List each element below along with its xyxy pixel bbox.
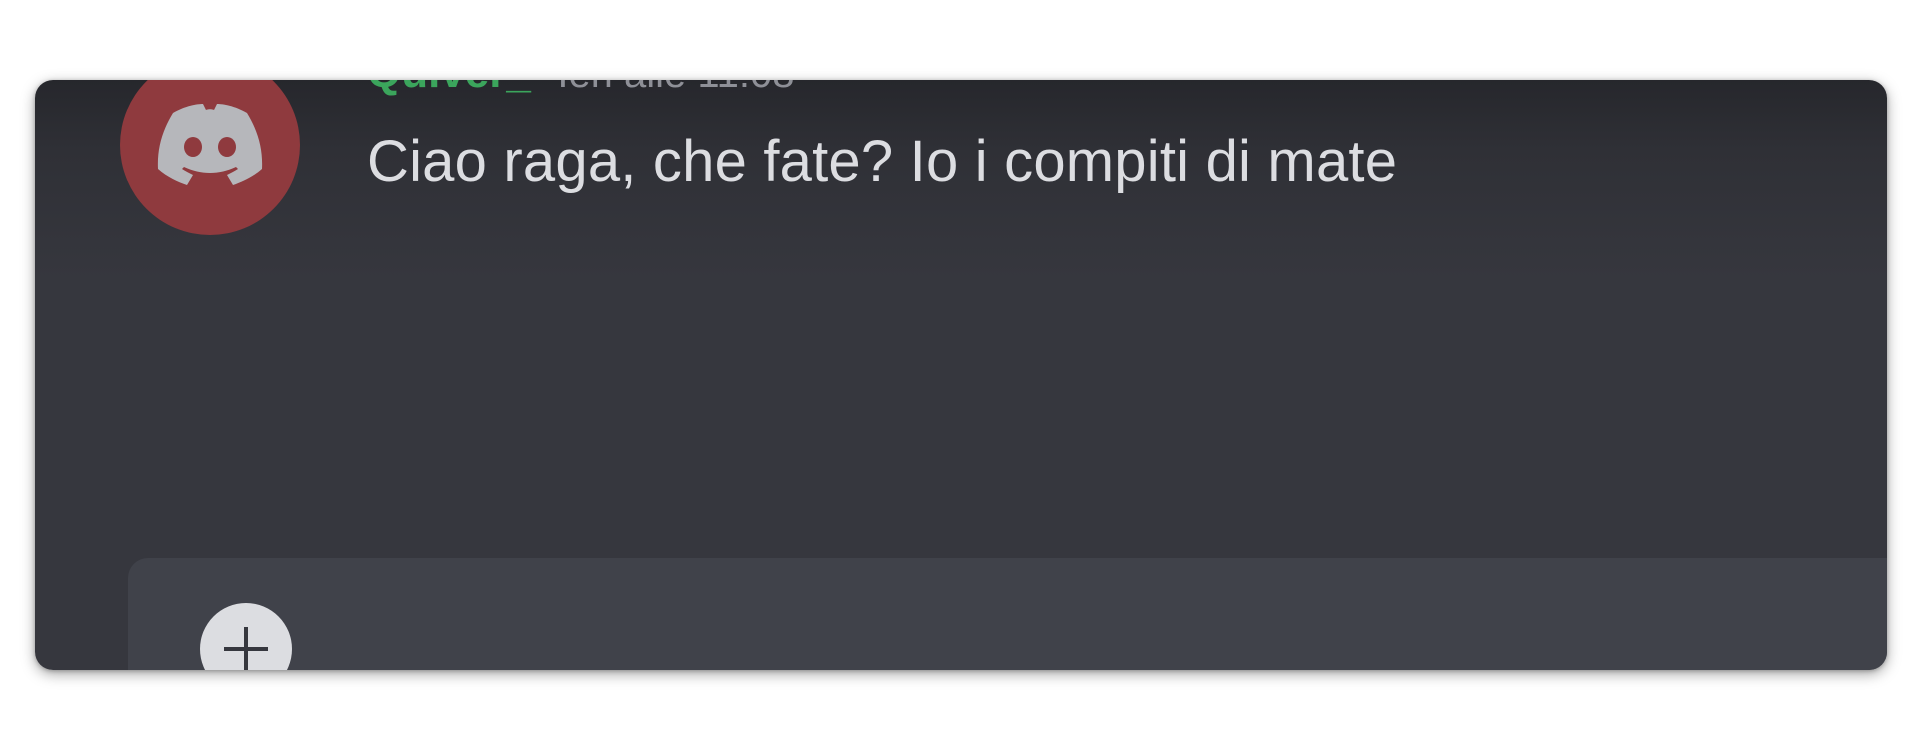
chat-screen: Quiver_ Ieri alle 11:08 Ciao raga, che f… <box>35 80 1887 670</box>
username[interactable]: Quiver_ <box>367 80 531 97</box>
timestamp: Ieri alle 11:08 <box>557 80 794 96</box>
add-attachment-button[interactable] <box>200 603 292 670</box>
message-composer[interactable] <box>128 558 1887 670</box>
message-text: Ciao raga, che fate? Io i compiti di mat… <box>367 129 1398 194</box>
message-header: Quiver_ Ieri alle 11:08 <box>367 80 795 97</box>
user-avatar[interactable] <box>120 80 300 235</box>
plus-icon <box>224 627 268 670</box>
discord-logo-icon <box>157 104 263 185</box>
